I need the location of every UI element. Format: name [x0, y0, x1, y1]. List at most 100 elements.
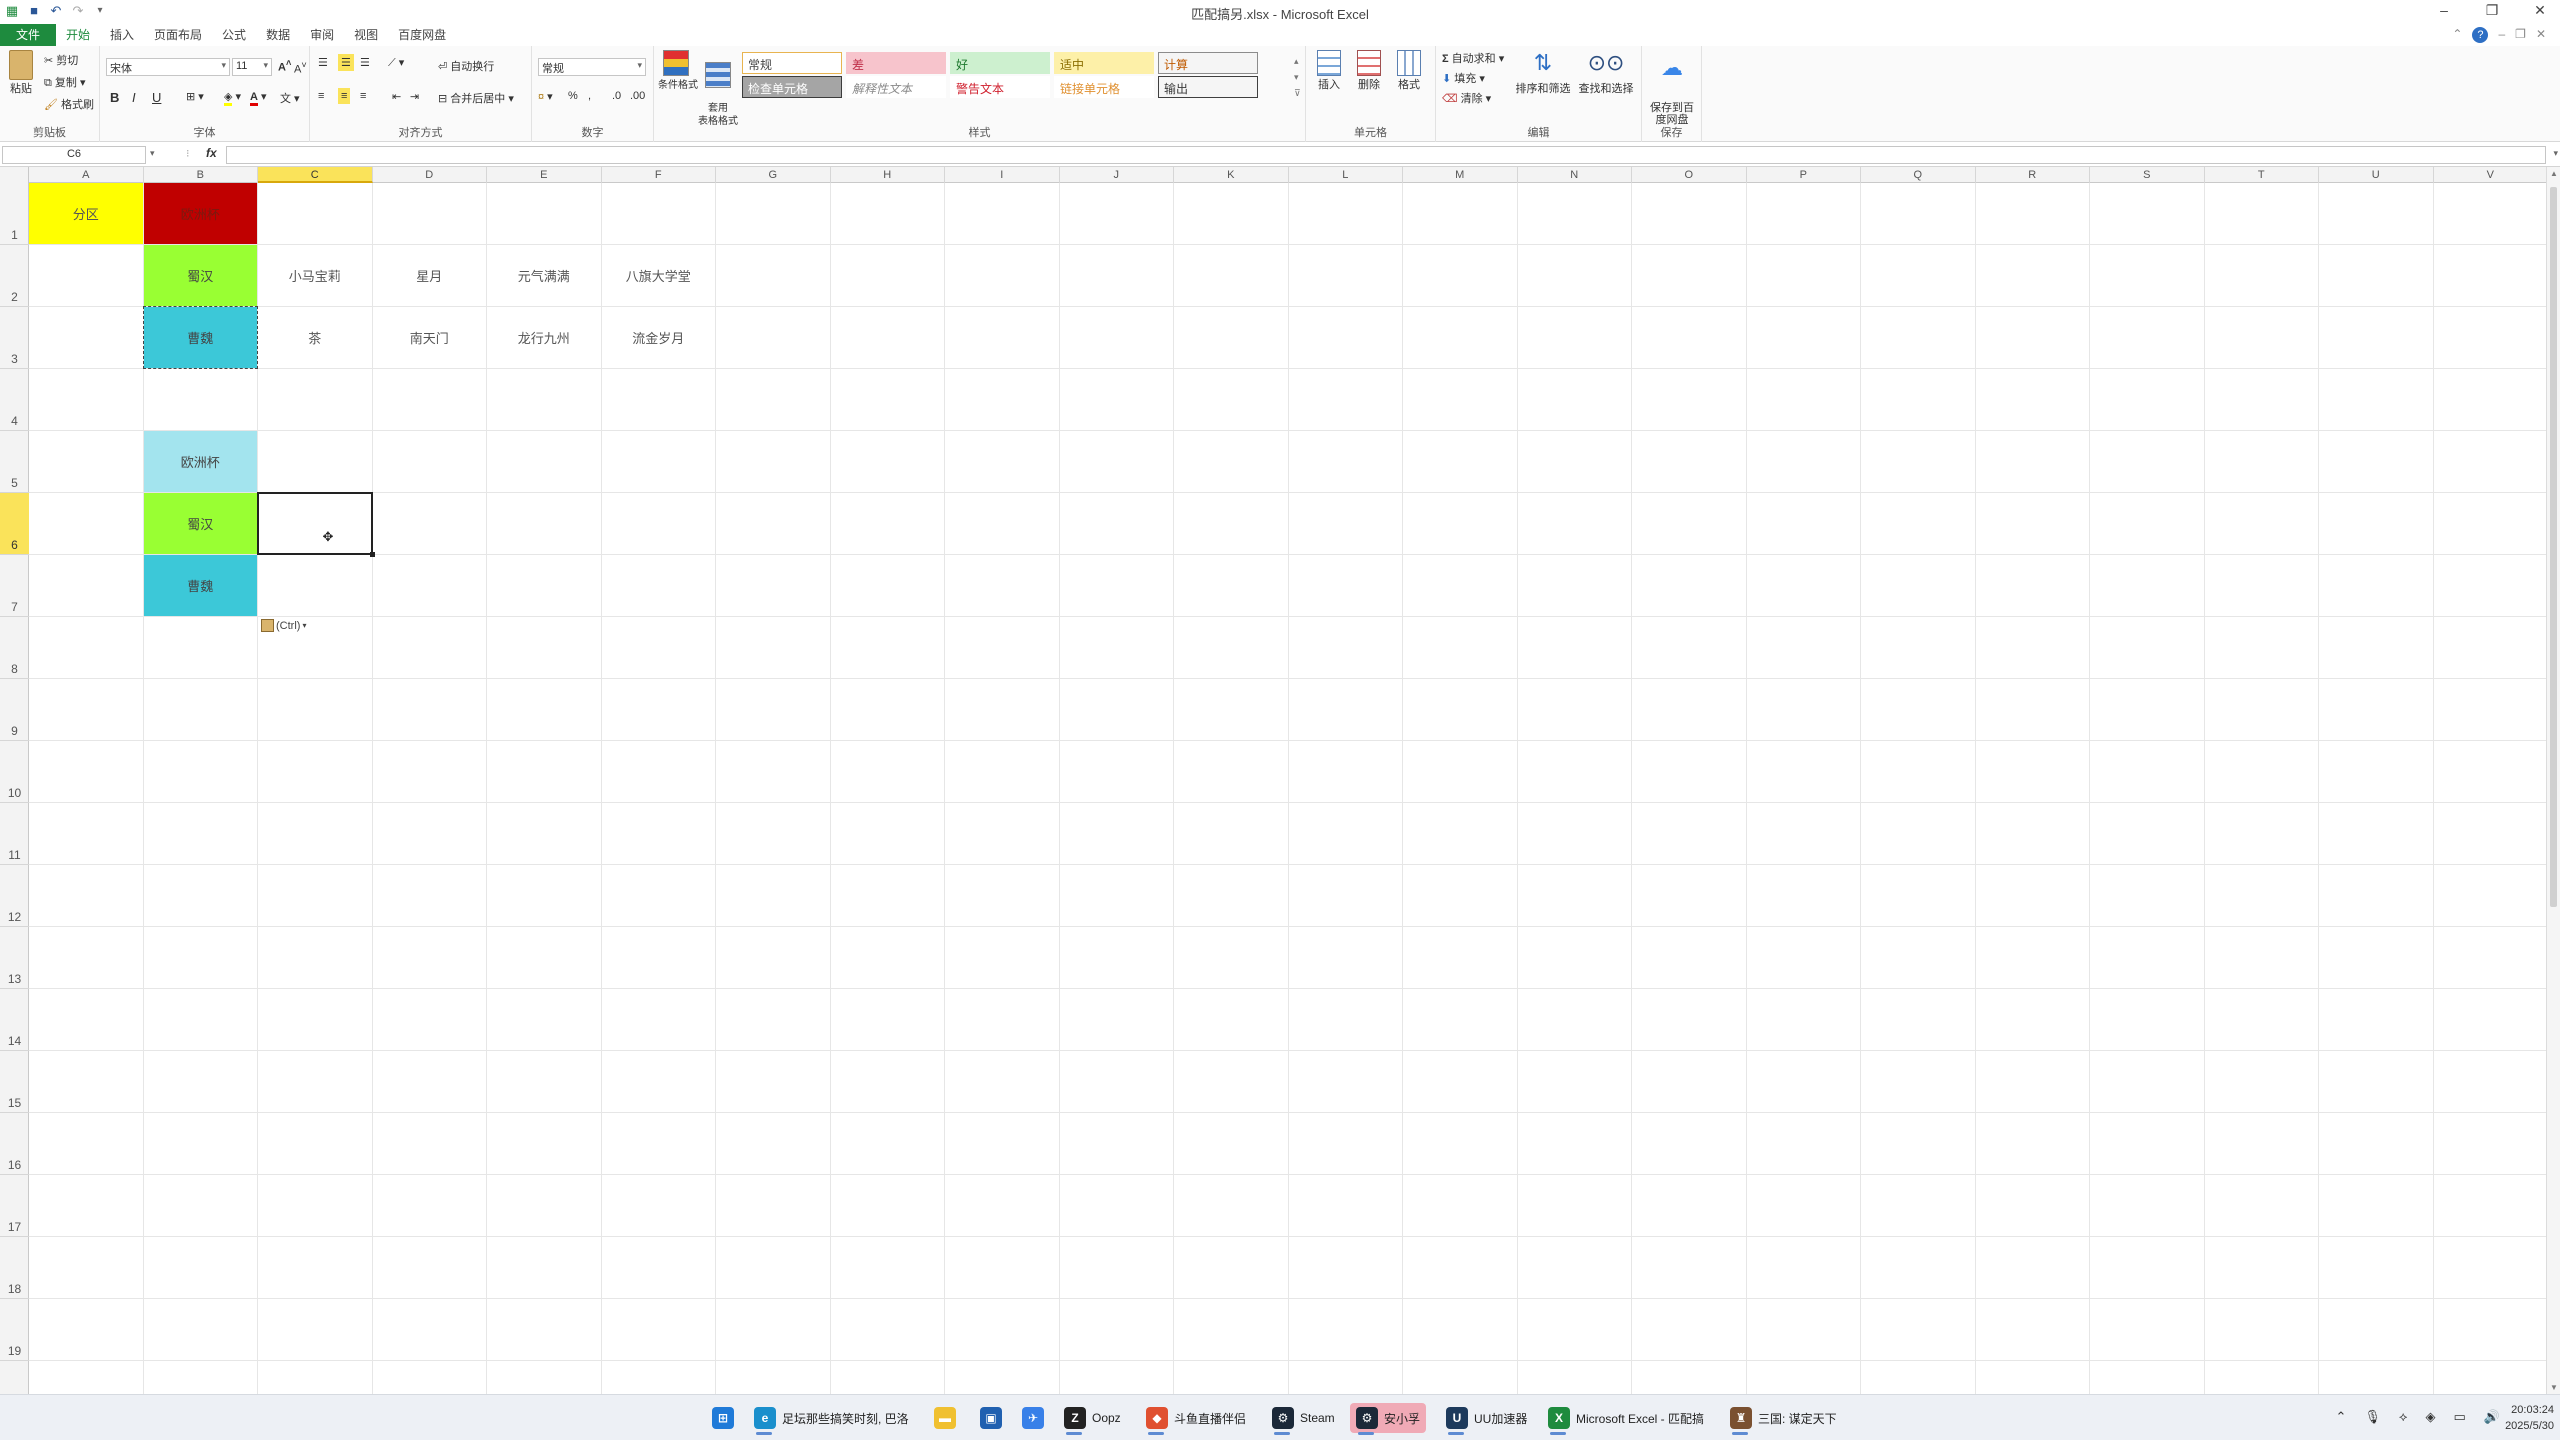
cell-e2[interactable]: 元气满满	[487, 245, 601, 306]
column-header-i[interactable]: I	[945, 167, 1060, 183]
chevron-up-icon[interactable]: ⌃	[2336, 1409, 2347, 1425]
worksheet-grid[interactable]: ABCDEFGHIJKLMNOPQRSTUV 1 2 3 4 5 6 7 8 9 10 11 12 13…	[0, 167, 2546, 1394]
tab-page-layout[interactable]: 页面布局	[144, 24, 212, 46]
speaker-icon[interactable]: 🔊	[2484, 1409, 2500, 1425]
cell-style-1[interactable]: 差	[846, 52, 946, 74]
minimize-icon[interactable]: –	[2434, 2, 2454, 19]
taskbar-item-folder[interactable]: ▬	[928, 1403, 962, 1433]
decrease-indent-button[interactable]: ⇤	[392, 90, 401, 103]
column-header-g[interactable]: G	[716, 167, 831, 183]
cell-style-3[interactable]: 适中	[1054, 52, 1154, 74]
microphone-icon[interactable]: 🎙	[2364, 1409, 2381, 1425]
column-header-q[interactable]: Q	[1861, 167, 1976, 183]
styles-more-icon[interactable]: ⊽	[1294, 88, 1301, 99]
format-painter-button[interactable]: 🖌 格式刷	[44, 96, 94, 112]
row-header-9[interactable]: 9	[0, 679, 29, 741]
underline-button[interactable]: U	[152, 90, 161, 105]
row-header-2[interactable]: 2	[0, 245, 29, 307]
scroll-down-icon[interactable]: ▼	[2547, 1383, 2560, 1392]
column-header-s[interactable]: S	[2090, 167, 2205, 183]
cell-b2[interactable]: 蜀汉	[143, 245, 257, 306]
sort-filter-button[interactable]: ⇅ 排序和筛选	[1514, 50, 1572, 96]
taskbar-item-excel[interactable]: X Microsoft Excel - 匹配搞	[1542, 1403, 1710, 1435]
column-header-e[interactable]: E	[487, 167, 602, 183]
row-header-5[interactable]: 5	[0, 431, 29, 493]
column-header-b[interactable]: B	[144, 167, 258, 183]
align-top-button[interactable]: ☰	[318, 56, 328, 69]
row-header-3[interactable]: 3	[0, 307, 29, 369]
workbook-minimize-icon[interactable]: –	[2498, 27, 2505, 43]
format-cells-button[interactable]: 格式	[1394, 50, 1424, 92]
column-header-l[interactable]: L	[1289, 167, 1403, 183]
taskbar-item-douyu[interactable]: ◆ 斗鱼直播伴侣	[1140, 1403, 1252, 1435]
align-right-button[interactable]: ≡	[360, 90, 366, 102]
collapse-ribbon-icon[interactable]: ⌃	[2452, 27, 2462, 43]
row-header-14[interactable]: 14	[0, 989, 29, 1051]
font-name-select[interactable]: 宋体 ▾	[106, 58, 230, 76]
styles-scroll-up-icon[interactable]: ▴	[1294, 56, 1299, 67]
name-box[interactable]: C6	[2, 146, 146, 164]
column-header-u[interactable]: U	[2319, 167, 2434, 183]
paste-button[interactable]: 粘贴	[6, 50, 36, 96]
column-header-k[interactable]: K	[1174, 167, 1289, 183]
row-header-17[interactable]: 17	[0, 1175, 29, 1237]
cell-style-5[interactable]: 检查单元格	[742, 76, 842, 98]
tab-file[interactable]: 文件	[0, 24, 56, 46]
cell-d3[interactable]: 南天门	[373, 307, 487, 368]
cell-f2[interactable]: 八旗大学堂	[602, 245, 716, 306]
select-all-button[interactable]	[0, 167, 29, 183]
tab-review[interactable]: 审阅	[300, 24, 344, 46]
column-header-o[interactable]: O	[1632, 167, 1747, 183]
format-as-table-button[interactable]: 套用 表格格式	[698, 50, 738, 128]
vertical-scrollbar[interactable]: ▲ ▼	[2546, 167, 2560, 1394]
taskbar-item-steam[interactable]: ⚙ Steam	[1266, 1403, 1341, 1435]
taskbar-item-steam[interactable]: ⚙ 安小孚	[1350, 1403, 1427, 1435]
italic-button[interactable]: I	[132, 90, 136, 105]
tab-view[interactable]: 视图	[344, 24, 388, 46]
cut-button[interactable]: ✂ 剪切	[44, 52, 78, 68]
formula-input[interactable]	[226, 146, 2546, 164]
cell-a1[interactable]: 分区	[29, 183, 143, 244]
insert-cells-button[interactable]: 插入	[1314, 50, 1344, 92]
grow-font-button[interactable]: A˄	[278, 58, 291, 74]
row-header-1[interactable]: 1	[0, 183, 29, 245]
font-color-button[interactable]: A ▾	[250, 90, 267, 106]
cell-b5[interactable]: 欧洲杯	[143, 431, 257, 492]
close-icon[interactable]: ✕	[2530, 2, 2550, 19]
scroll-up-icon[interactable]: ▲	[2547, 169, 2560, 178]
cell-style-9[interactable]: 输出	[1158, 76, 1258, 98]
clear-button[interactable]: ⌫ 清除 ▾	[1442, 90, 1491, 106]
taskbar-item-feishu[interactable]: ✈	[1016, 1403, 1050, 1433]
display-icon[interactable]: ▭	[2454, 1409, 2466, 1425]
row-header-19[interactable]: 19	[0, 1299, 29, 1361]
row-header-8[interactable]: 8	[0, 617, 29, 679]
column-header-c[interactable]: C	[258, 167, 373, 183]
workbook-restore-icon[interactable]: ❐	[2515, 27, 2526, 43]
help-icon[interactable]: ?	[2472, 27, 2489, 43]
row-header-18[interactable]: 18	[0, 1237, 29, 1299]
cell-d2[interactable]: 星月	[373, 245, 487, 306]
system-clock[interactable]: 20:03:24 2025/5/30	[2505, 1402, 2554, 1434]
increase-decimal-button[interactable]: .0	[612, 90, 621, 102]
cell-style-7[interactable]: 警告文本	[950, 76, 1050, 98]
find-select-button[interactable]: ⊙⊙ 查找和选择	[1576, 50, 1636, 96]
workbook-close-icon[interactable]: ✕	[2536, 27, 2546, 43]
row-header-4[interactable]: 4	[0, 369, 29, 431]
row-header-13[interactable]: 13	[0, 927, 29, 989]
security-icon[interactable]: ◈	[2426, 1409, 2436, 1425]
paste-options-button[interactable]: (Ctrl) ▾	[261, 619, 306, 632]
fill-color-button[interactable]: ◈ ▾	[224, 90, 241, 106]
column-header-m[interactable]: M	[1403, 167, 1518, 183]
row-header-16[interactable]: 16	[0, 1113, 29, 1175]
currency-button[interactable]: ¤ ▾	[538, 90, 553, 103]
name-box-dropdown-icon[interactable]: ▾	[150, 148, 155, 159]
styles-scroll-down-icon[interactable]: ▾	[1294, 72, 1299, 83]
align-center-button[interactable]: ≡	[338, 88, 351, 104]
copy-button[interactable]: ⧉ 复制 ▾	[44, 74, 86, 90]
column-header-f[interactable]: F	[602, 167, 716, 183]
cell-style-0[interactable]: 常规	[742, 52, 842, 74]
align-left-button[interactable]: ≡	[318, 90, 324, 102]
column-header-t[interactable]: T	[2205, 167, 2319, 183]
taskbar-item-uu[interactable]: U UU加速器	[1440, 1403, 1533, 1435]
taskbar-item-windows-start[interactable]: ⊞	[706, 1403, 740, 1433]
